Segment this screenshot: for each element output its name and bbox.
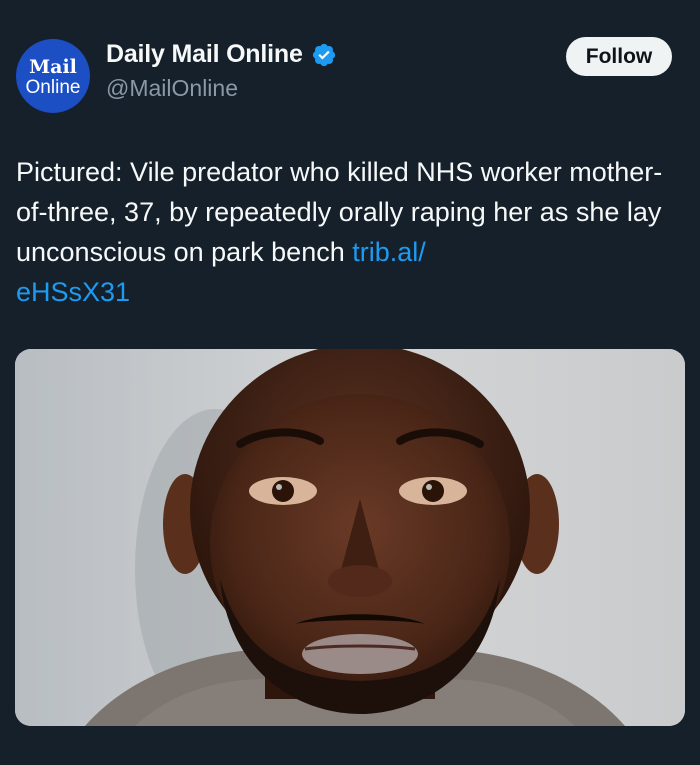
display-name[interactable]: Daily Mail Online bbox=[106, 40, 303, 69]
mugshot-photo[interactable] bbox=[15, 349, 685, 726]
tweet-link-part1: trib.al/ bbox=[352, 237, 426, 267]
avatar-brand-bottom: Online bbox=[25, 76, 81, 98]
tweet-text: Pictured: Vile predator who killed NHS w… bbox=[16, 152, 691, 312]
tweet-link-part2: eHSsX31 bbox=[16, 277, 131, 307]
follow-button[interactable]: Follow bbox=[566, 37, 672, 76]
handle[interactable]: @MailOnline bbox=[106, 75, 337, 102]
name-row: Daily Mail Online bbox=[106, 40, 337, 69]
tweet-body: Pictured: Vile predator who killed NHS w… bbox=[16, 157, 663, 267]
avatar[interactable]: Mail Online bbox=[16, 39, 90, 113]
avatar-brand-top: Mail bbox=[29, 55, 77, 78]
tweet-card: Mail Online Daily Mail Online @MailOnlin… bbox=[0, 0, 700, 765]
author-block: Daily Mail Online @MailOnline bbox=[106, 40, 337, 102]
verified-badge-icon bbox=[312, 43, 335, 66]
photo-illustration bbox=[15, 349, 685, 726]
